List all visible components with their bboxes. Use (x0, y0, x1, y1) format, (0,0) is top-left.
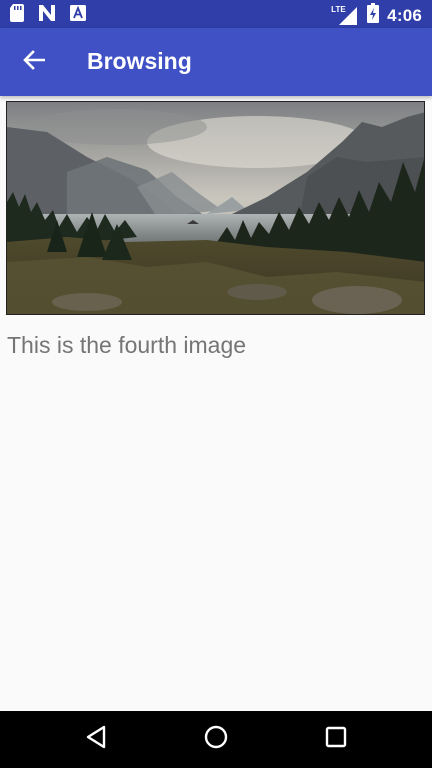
recents-square-icon (325, 726, 347, 753)
lte-label: LTE (331, 4, 346, 14)
nav-recents-button[interactable] (316, 723, 356, 755)
sd-card-icon (10, 4, 24, 27)
nav-home-button[interactable] (196, 723, 236, 755)
status-notifications (10, 4, 86, 27)
battery-icon (367, 3, 380, 28)
a-notification-icon (70, 5, 86, 26)
status-bar: LTE 4:06 (0, 0, 432, 28)
arrow-back-icon (23, 49, 46, 75)
nav-back-button[interactable] (76, 723, 116, 755)
lte-signal-icon: LTE (331, 5, 359, 26)
status-time: 4:06 (387, 5, 422, 25)
back-triangle-icon (85, 725, 107, 754)
status-system: LTE 4:06 (331, 3, 422, 28)
page-title: Browsing (87, 48, 192, 74)
n-notification-icon (38, 4, 56, 27)
image-caption: This is the fourth image (7, 332, 247, 358)
navigation-bar (0, 711, 432, 768)
back-button[interactable] (12, 42, 56, 82)
app-bar: Browsing (0, 28, 432, 96)
landscape-image (6, 101, 425, 315)
home-circle-icon (204, 725, 228, 754)
